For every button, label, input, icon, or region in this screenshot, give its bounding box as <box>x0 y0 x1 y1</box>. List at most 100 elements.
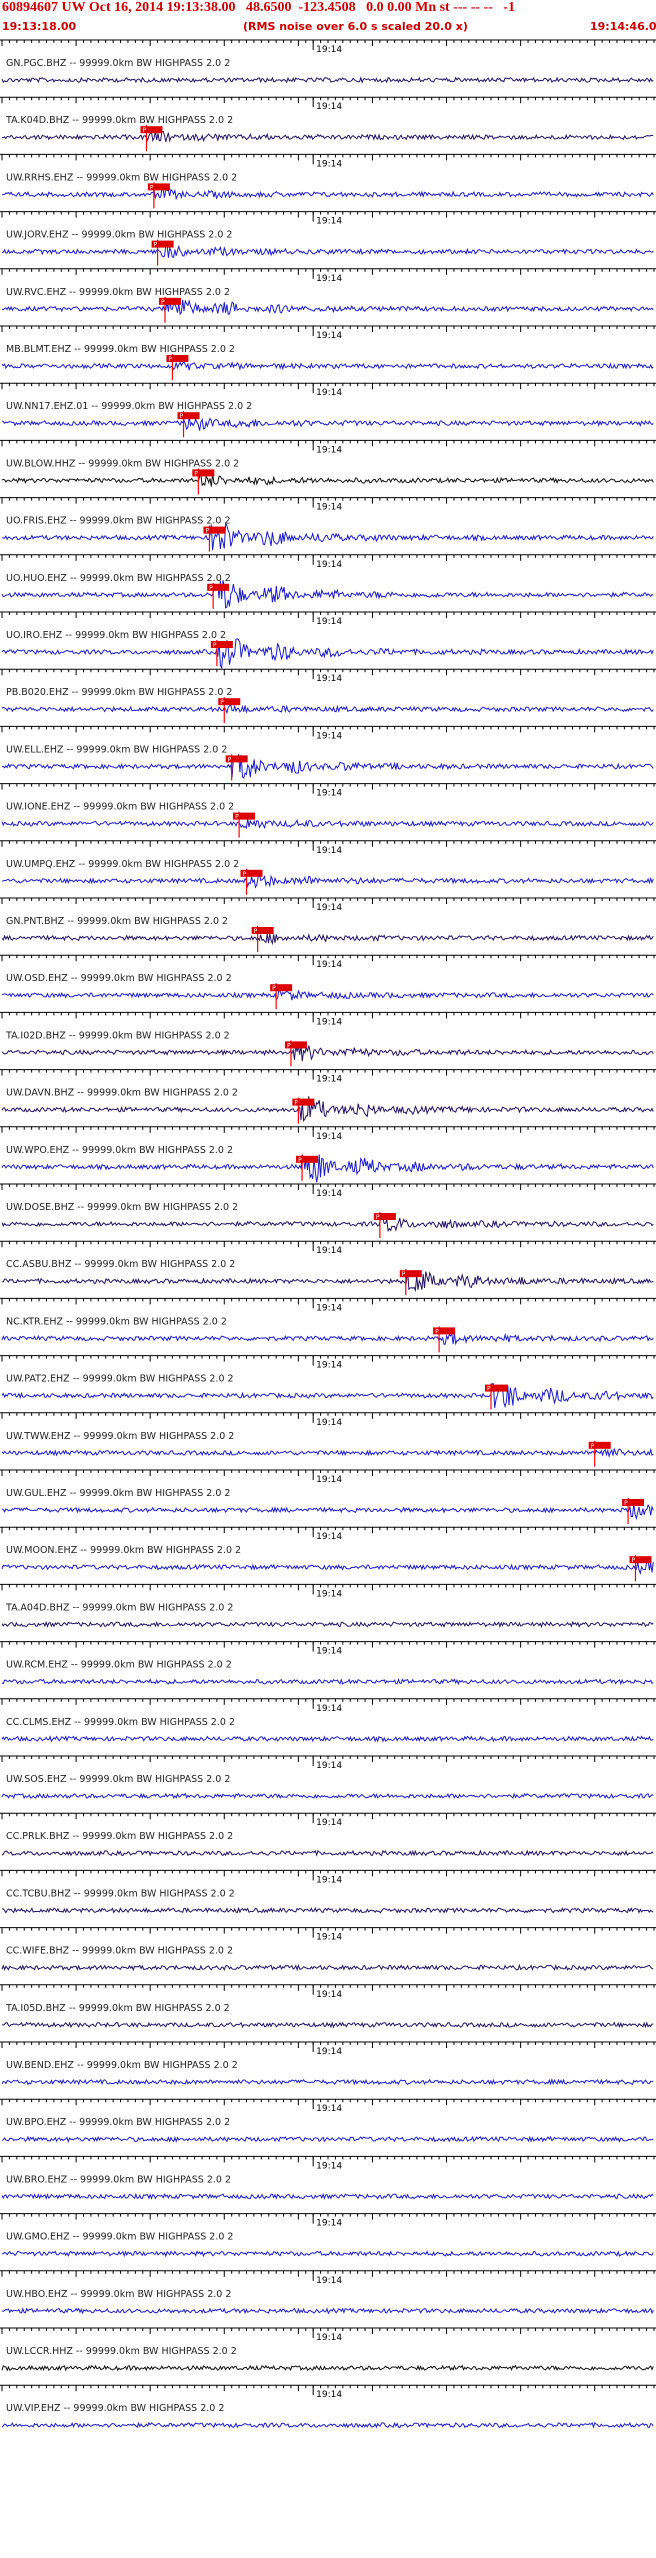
start-time-label: 19:13:18.00 <box>2 20 77 33</box>
time-tick-label: 19:14 <box>316 1246 342 1256</box>
station-label: UW.RCM.EHZ -- 99999.0km BW HIGHPASS 2.0 … <box>6 1660 232 1671</box>
waveform-trace <box>1 1963 654 1972</box>
time-tick-label: 19:14 <box>316 45 342 55</box>
pick-label: P <box>298 1157 302 1164</box>
waveform-trace <box>1 297 654 316</box>
station-label: CC.ASBU.BHZ -- 99999.0km BW HIGHPASS 2.0… <box>6 1259 235 1270</box>
station-label: UW.JORV.EHZ -- 99999.0km BW HIGHPASS 2.0… <box>6 230 232 241</box>
time-tick-label: 19:14 <box>316 2104 342 2114</box>
waveform-trace <box>1 360 654 371</box>
station-label: UO.IRO.EHZ -- 99999.0km BW HIGHPASS 2.0 … <box>6 630 226 641</box>
waveform-trace <box>1 933 654 946</box>
station-label: TA.K04D.BHZ -- 99999.0km BW HIGHPASS 2.0… <box>5 115 233 126</box>
waveform-trace <box>1 989 654 1001</box>
station-label: GN.PNT.BHZ -- 99999.0km BW HIGHPASS 2.0 … <box>6 916 228 927</box>
end-time-label: 19:14:46.00 <box>590 20 656 33</box>
waveform-trace <box>2 521 654 551</box>
waveform-trace <box>1 2135 654 2143</box>
waveform-trace <box>1 1044 654 1062</box>
waveform-trace <box>1 1792 654 1800</box>
station-label: UO.FRIS.EHZ -- 99999.0km BW HIGHPASS 2.0… <box>6 516 231 527</box>
waveform-trace <box>1 580 654 609</box>
waveform-trace <box>1 2250 654 2258</box>
pick-label: P <box>194 470 198 477</box>
time-tick-label: 19:14 <box>316 2390 342 2400</box>
time-tick-label: 19:14 <box>316 102 342 112</box>
station-label: UW.BEND.EHZ -- 99999.0km BW HIGHPASS 2.0… <box>6 2060 238 2071</box>
time-tick-label: 19:14 <box>316 1990 342 2000</box>
time-tick-label: 19:14 <box>316 1418 342 1428</box>
waveform-trace <box>1 473 654 487</box>
waveform-trace <box>1 704 654 715</box>
pick-label: P <box>631 1557 635 1564</box>
station-label: TA.A04D.BHZ -- 99999.0km BW HIGHPASS 2.0… <box>5 1602 233 1613</box>
waveform-trace <box>1 1096 654 1123</box>
waveform-trace <box>1 1153 654 1183</box>
time-tick-label: 19:14 <box>316 731 342 741</box>
time-tick-label: 19:14 <box>316 789 342 799</box>
station-label: CC.TCBU.BHZ -- 99999.0km BW HIGHPASS 2.0… <box>6 1888 235 1899</box>
time-tick-label: 19:14 <box>316 2219 342 2229</box>
station-label: UW.LCCR.HHZ -- 99999.0km BW HIGHPASS 2.0… <box>6 2346 237 2357</box>
pick-label: P <box>402 1271 406 1278</box>
pick-label: P <box>228 756 232 763</box>
station-label: CC.CLMS.EHZ -- 99999.0km BW HIGHPASS 2.0… <box>6 1717 235 1728</box>
station-label: UW.OSD.EHZ -- 99999.0km BW HIGHPASS 2.0 … <box>6 973 232 984</box>
station-label: UW.RVC.EHZ -- 99999.0km BW HIGHPASS 2.0 … <box>6 287 230 298</box>
time-tick-label: 19:14 <box>316 388 342 398</box>
waveform-trace <box>1 1560 654 1576</box>
time-tick-label: 19:14 <box>316 1189 342 1199</box>
waveform-trace <box>1 130 654 143</box>
waveform-trace <box>1 76 654 84</box>
station-label: PB.B020.EHZ -- 99999.0km BW HIGHPASS 2.0… <box>6 687 232 698</box>
pick-label: P <box>487 1386 491 1393</box>
station-label: UW.GMO.EHZ -- 99999.0km BW HIGHPASS 2.0 … <box>6 2232 233 2243</box>
pick-label: P <box>294 1100 298 1107</box>
time-tick-label: 19:14 <box>316 1818 342 1828</box>
waveform-trace <box>1 1332 654 1346</box>
time-tick-label: 19:14 <box>316 217 342 227</box>
waveform-trace <box>1 2364 654 2372</box>
time-tick-label: 19:14 <box>316 2047 342 2057</box>
station-label: UW.NN17.EHZ.01 -- 99999.0km BW HIGHPASS … <box>6 401 252 412</box>
pick-label: P <box>150 184 154 191</box>
pick-label: P <box>254 928 258 935</box>
time-tick-label: 19:14 <box>316 1647 342 1657</box>
waveform-trace <box>1 2307 654 2315</box>
station-label: UW.TWW.EHZ -- 99999.0km BW HIGHPASS 2.0 … <box>6 1431 234 1442</box>
pick-label: P <box>624 1500 628 1507</box>
waveform-trace <box>1 244 654 258</box>
station-label: UW.HBO.EHZ -- 99999.0km BW HIGHPASS 2.0 … <box>6 2289 231 2300</box>
waveform-trace <box>1 1849 654 1857</box>
time-tick-label: 19:14 <box>316 560 342 570</box>
station-label: UW.MOON.EHZ -- 99999.0km BW HIGHPASS 2.0… <box>6 1545 241 1556</box>
waveform-trace <box>1 2421 654 2429</box>
pick-label: P <box>376 1214 380 1221</box>
time-tick-label: 19:14 <box>316 274 342 284</box>
time-tick-label: 19:14 <box>316 2161 342 2171</box>
pick-label: P <box>272 985 276 992</box>
waveform-trace <box>1 1216 654 1233</box>
station-label: UW.VIP.EHZ -- 99999.0km BW HIGHPASS 2.0 … <box>6 2403 224 2414</box>
time-tick-label: 19:14 <box>316 903 342 913</box>
waveform-trace <box>1 1447 654 1459</box>
time-tick-label: 19:14 <box>316 1361 342 1371</box>
time-tick-label: 19:14 <box>316 445 342 455</box>
time-tick-label: 19:14 <box>316 2333 342 2343</box>
waveform-trace <box>1 2192 654 2200</box>
time-tick-label: 19:14 <box>316 1704 342 1714</box>
station-label: UW.DAVN.BHZ -- 99999.0km BW HIGHPASS 2.0… <box>6 1088 238 1099</box>
pick-label: P <box>161 299 165 306</box>
station-label: CC.PRLK.BHZ -- 99999.0km BW HIGHPASS 2.0… <box>6 1831 233 1842</box>
waveform-trace <box>1 1735 654 1743</box>
time-tick-label: 19:14 <box>316 1589 342 1599</box>
time-tick-label: 19:14 <box>316 331 342 341</box>
time-tick-label: 19:14 <box>316 674 342 684</box>
station-label: UW.WPO.EHZ -- 99999.0km BW HIGHPASS 2.0 … <box>6 1145 233 1156</box>
event-header-title: 60894607 UW Oct 16, 2014 19:13:38.00 48.… <box>2 0 516 15</box>
time-tick-label: 19:14 <box>316 1303 342 1313</box>
pick-label: P <box>591 1443 595 1450</box>
pick-label: P <box>235 814 239 821</box>
time-tick-label: 19:14 <box>316 1933 342 1943</box>
waveform-trace <box>1 1503 654 1521</box>
